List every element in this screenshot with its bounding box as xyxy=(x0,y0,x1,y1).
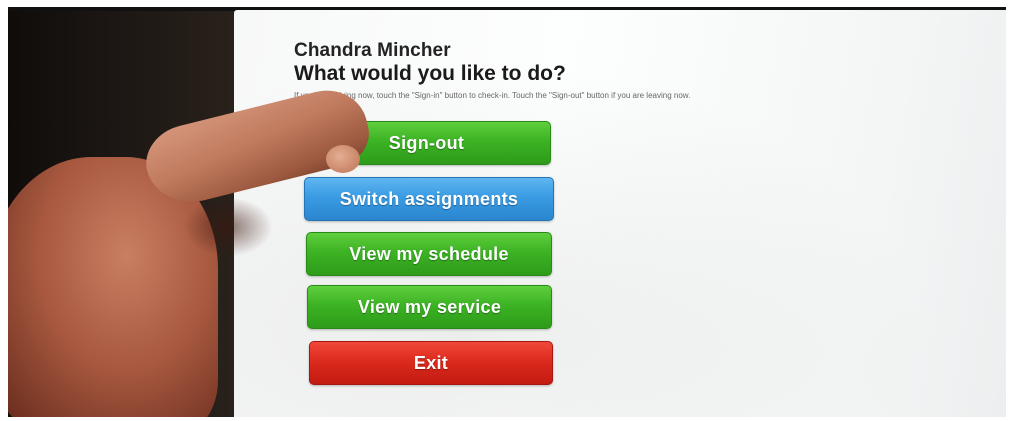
view-schedule-button[interactable]: View my schedule xyxy=(306,232,552,276)
view-service-button[interactable]: View my service xyxy=(307,285,552,329)
photo-frame: Chandra Mincher What would you like to d… xyxy=(0,0,1012,421)
switch-assignments-button[interactable]: Switch assignments xyxy=(304,177,554,221)
exit-button[interactable]: Exit xyxy=(309,341,553,385)
kiosk-screen: Chandra Mincher What would you like to d… xyxy=(234,10,1006,417)
fingertip xyxy=(326,145,360,173)
knuckle-shadow xyxy=(183,197,273,257)
page-title: What would you like to do? xyxy=(294,62,566,85)
kiosk-photo: Chandra Mincher What would you like to d… xyxy=(8,7,1006,417)
user-name: Chandra Mincher xyxy=(294,40,451,61)
